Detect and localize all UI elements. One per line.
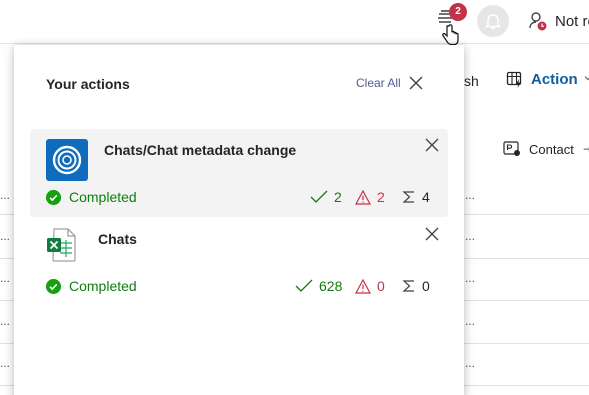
row-ellipsis[interactable]: ... (0, 314, 10, 328)
person-clock-icon (529, 12, 547, 31)
hand-cursor-icon (442, 24, 459, 46)
total-count: 0 (402, 278, 430, 294)
row-ellipsis[interactable]: ... (465, 314, 475, 328)
total-count: 4 (402, 189, 430, 205)
panel-title: Your actions (46, 76, 130, 92)
succeeded-value: 628 (319, 278, 343, 294)
checkmark-icon (310, 190, 328, 203)
row-ellipsis[interactable]: ... (465, 271, 475, 285)
row-ellipsis[interactable]: ... (0, 188, 10, 202)
table-lightning-icon (506, 71, 522, 88)
action-card-status-row: Completed 2 2 4 (46, 189, 432, 207)
status-label: Completed (69, 189, 137, 205)
close-icon[interactable] (408, 75, 424, 91)
sigma-icon (402, 191, 414, 203)
presence-status[interactable]: Not re (529, 10, 589, 32)
check-circle-icon (46, 190, 61, 205)
checkmark-icon (295, 279, 313, 292)
succeeded-count: 628 (295, 278, 342, 294)
command-partial-label[interactable]: sh (464, 73, 479, 89)
status-label: Completed (69, 278, 137, 294)
action-card-title: Chats/Chat metadata change (104, 142, 297, 158)
command-bar: sh Action (464, 68, 589, 96)
overflow-arrow-icon[interactable]: ⇥ (583, 142, 589, 156)
failed-count: 0 (355, 278, 385, 294)
tasks-count-badge: 2 (449, 3, 467, 21)
total-value: 0 (422, 278, 430, 294)
row-ellipsis[interactable]: ... (0, 229, 10, 243)
action-menu-button[interactable]: Action (506, 70, 578, 88)
presence-status-label: Not re (555, 12, 589, 30)
failed-value: 2 (377, 189, 385, 205)
action-card-title: Chats (98, 231, 137, 247)
notifications-button[interactable] (477, 5, 509, 37)
top-bar: 2 Not re (0, 0, 589, 46)
failed-count: 2 (355, 189, 385, 205)
row-ellipsis[interactable]: ... (465, 229, 475, 243)
row-ellipsis[interactable]: ... (465, 188, 475, 202)
total-value: 4 (422, 189, 430, 205)
sigma-icon (402, 280, 414, 292)
contact-card-icon (503, 141, 520, 156)
warning-icon (355, 278, 371, 294)
action-card-status-row: Completed 628 0 0 (46, 278, 432, 296)
failed-value: 0 (377, 278, 385, 294)
dismiss-icon[interactable] (425, 138, 439, 152)
action-card[interactable]: Chats/Chat metadata change Completed 2 2… (30, 129, 448, 217)
clear-all-link[interactable]: Clear All (356, 76, 401, 90)
record-icon (46, 139, 88, 181)
contact-button[interactable]: Contact (503, 141, 574, 157)
row-ellipsis[interactable]: ... (0, 356, 10, 370)
chevron-down-icon[interactable] (584, 74, 589, 82)
action-menu-label: Action (531, 70, 578, 88)
row-ellipsis[interactable]: ... (465, 356, 475, 370)
succeeded-count: 2 (310, 189, 342, 205)
your-actions-panel: Your actions Clear All Chats/Chat metada… (14, 45, 464, 395)
bell-icon (484, 14, 502, 29)
succeeded-value: 2 (334, 189, 342, 205)
warning-icon (355, 189, 371, 205)
action-card[interactable]: Chats Completed 628 0 0 (30, 218, 448, 306)
check-circle-icon (46, 279, 61, 294)
contact-label: Contact (529, 141, 574, 157)
dismiss-icon[interactable] (425, 227, 439, 241)
excel-icon (47, 228, 76, 262)
row-ellipsis[interactable]: ... (0, 271, 10, 285)
